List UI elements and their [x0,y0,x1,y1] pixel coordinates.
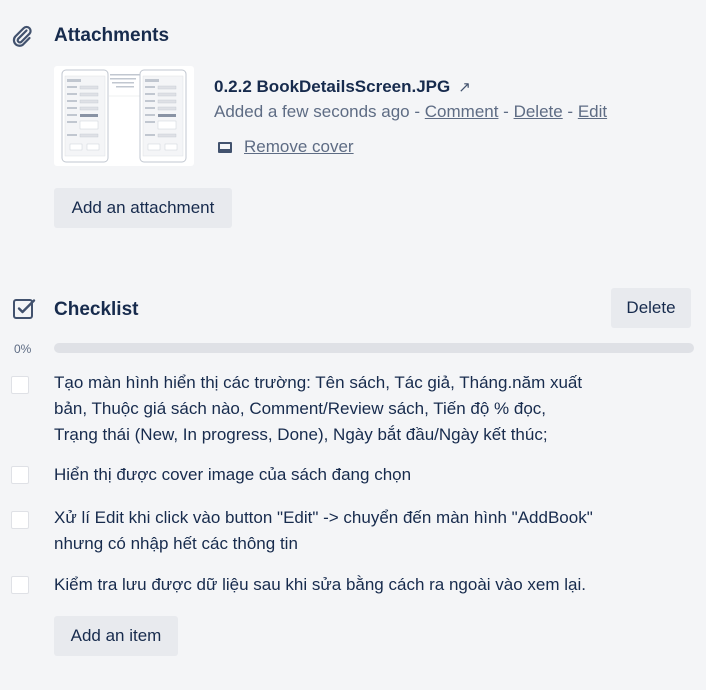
attachment-name[interactable]: 0.2.2 BookDetailsScreen.JPG ↗ [214,76,471,99]
checklist-progress-bar [54,343,694,353]
attachment-name-text[interactable]: 0.2.2 BookDetailsScreen.JPG [214,77,450,96]
attachments-title: Attachments [54,25,170,46]
attachment-added-time: Added a few seconds ago [214,102,410,121]
delete-checklist-button[interactable]: Delete [611,288,691,328]
remove-cover-action[interactable]: Remove cover [214,136,354,158]
open-external-icon[interactable]: ↗ [458,79,471,96]
checklist-item-checkbox[interactable] [11,376,29,394]
paperclip-icon [10,24,34,48]
attachment-delete-link[interactable]: Delete [514,102,563,121]
add-checklist-item-button[interactable]: Add an item [54,616,178,656]
remove-cover-link[interactable]: Remove cover [244,137,354,156]
attachment-comment-link[interactable]: Comment [425,102,499,121]
checklist-item-text[interactable]: Tạo màn hình hiển thị các trường: Tên sá… [54,370,594,448]
checklist-item-text[interactable]: Hiển thị được cover image của sách đang … [54,462,594,488]
add-attachment-button[interactable]: Add an attachment [54,188,232,228]
attachment-thumbnail[interactable] [54,66,194,166]
attachment-meta: Added a few seconds ago - Comment - Dele… [214,101,607,123]
separator: - [409,102,425,121]
checklist-item-text[interactable]: Xử lí Edit khi click vào button "Edit" -… [54,505,594,557]
checklist-title: Checklist [54,299,139,320]
checkbox-icon [12,297,36,321]
checklist-item-checkbox[interactable] [11,511,29,529]
checklist-progress-percent: 0% [14,342,32,356]
separator: - [562,102,578,121]
separator: - [498,102,514,121]
attachment-edit-link[interactable]: Edit [578,102,607,121]
cover-icon [218,142,232,153]
checklist-item-checkbox[interactable] [11,466,29,484]
thumbnail-wireframe-image [61,69,187,163]
checklist-item-text[interactable]: Kiểm tra lưu được dữ liệu sau khi sửa bằ… [54,572,654,598]
checklist-item-checkbox[interactable] [11,576,29,594]
